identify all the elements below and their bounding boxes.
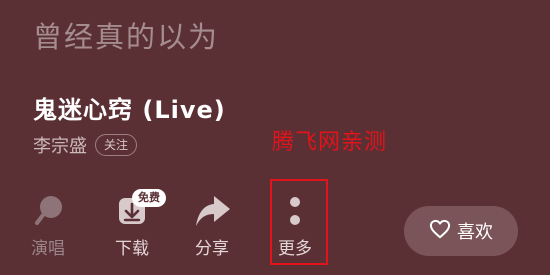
watermark-text: 腾飞网亲测 <box>272 130 388 155</box>
current-lyric-line: 曾经真的以为 <box>33 20 220 54</box>
artist-row: 李宗盛 关注 <box>33 132 138 158</box>
microphone-icon <box>28 190 68 230</box>
share-button[interactable]: 分享 <box>182 190 242 259</box>
like-button[interactable]: 喜欢 <box>404 206 518 256</box>
like-label: 喜欢 <box>457 222 493 243</box>
karaoke-button[interactable]: 演唱 <box>18 190 78 259</box>
free-badge: 免费 <box>132 189 166 207</box>
share-label: 分享 <box>195 239 229 259</box>
karaoke-label: 演唱 <box>31 239 65 259</box>
share-icon <box>192 190 232 230</box>
annotation-highlight-box <box>270 179 328 265</box>
download-label: 下载 <box>115 239 149 259</box>
artist-name[interactable]: 李宗盛 <box>33 132 87 158</box>
heart-icon <box>429 219 451 244</box>
follow-button[interactable]: 关注 <box>95 134 138 156</box>
song-title: 鬼迷心窍 (Live) <box>33 96 226 124</box>
